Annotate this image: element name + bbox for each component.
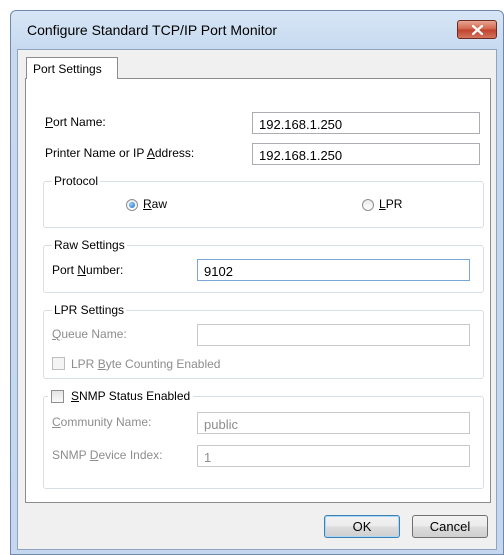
port-name-label: Port Name: <box>45 115 106 129</box>
byte-counting-checkbox[interactable] <box>52 357 65 370</box>
queue-name-input[interactable] <box>197 324 470 346</box>
device-index-label: SNMP Device Index: <box>52 448 163 462</box>
tab-panel-port-settings: Port Name: 192.168.1.250 Printer Name or… <box>25 78 491 503</box>
community-name-label: Community Name: <box>52 415 152 429</box>
title-bar[interactable]: Configure Standard TCP/IP Port Monitor <box>11 11 503 49</box>
tab-label: Port Settings <box>33 62 102 76</box>
device-index-value: 1 <box>204 450 212 465</box>
port-number-input[interactable]: 9102 <box>197 259 470 281</box>
protocol-group: Protocol Raw LPR <box>43 174 484 228</box>
device-index-input[interactable]: 1 <box>197 445 470 467</box>
dialog-window: Configure Standard TCP/IP Port Monitor P… <box>10 10 504 555</box>
snmp-group-header: SNMP Status Enabled <box>48 389 194 404</box>
window-title: Configure Standard TCP/IP Port Monitor <box>27 22 278 38</box>
port-name-value: 192.168.1.250 <box>259 117 343 132</box>
ok-button[interactable]: OK <box>324 515 400 538</box>
printer-address-value: 192.168.1.250 <box>259 148 343 163</box>
close-button[interactable] <box>457 20 497 39</box>
lpr-settings-title: LPR Settings <box>52 303 127 317</box>
printer-address-input[interactable]: 192.168.1.250 <box>252 143 480 165</box>
snmp-enabled-checkbox[interactable] <box>51 390 64 403</box>
lpr-radio[interactable] <box>362 199 374 211</box>
lpr-radio-label[interactable]: LPR <box>379 197 402 211</box>
tab-port-settings[interactable]: Port Settings <box>26 57 118 79</box>
dialog-client-area: Port Settings Port Name: 192.168.1.250 P… <box>17 49 497 550</box>
raw-settings-title: Raw Settings <box>52 238 127 252</box>
close-icon <box>472 25 483 35</box>
port-number-value: 9102 <box>204 264 233 279</box>
port-name-input[interactable]: 192.168.1.250 <box>252 112 480 134</box>
cancel-button[interactable]: Cancel <box>412 515 488 538</box>
snmp-group: SNMP Status Enabled Community Name: publ… <box>43 389 484 489</box>
printer-address-label: Printer Name or IP Address: <box>45 146 195 160</box>
raw-radio-label[interactable]: Raw <box>143 197 167 211</box>
port-number-label: Port Number: <box>52 263 124 277</box>
snmp-enabled-label[interactable]: SNMP Status Enabled <box>51 389 190 403</box>
community-name-value: public <box>204 417 238 432</box>
community-name-input[interactable]: public <box>197 412 470 434</box>
queue-name-label: Queue Name: <box>52 327 127 341</box>
lpr-settings-group: LPR Settings Queue Name: LPR Byte Counti… <box>43 303 484 379</box>
raw-settings-group: Raw Settings Port Number: 9102 <box>43 238 484 293</box>
byte-counting-label[interactable]: LPR Byte Counting Enabled <box>71 357 220 371</box>
raw-radio[interactable] <box>126 199 138 211</box>
protocol-group-title: Protocol <box>52 174 101 188</box>
